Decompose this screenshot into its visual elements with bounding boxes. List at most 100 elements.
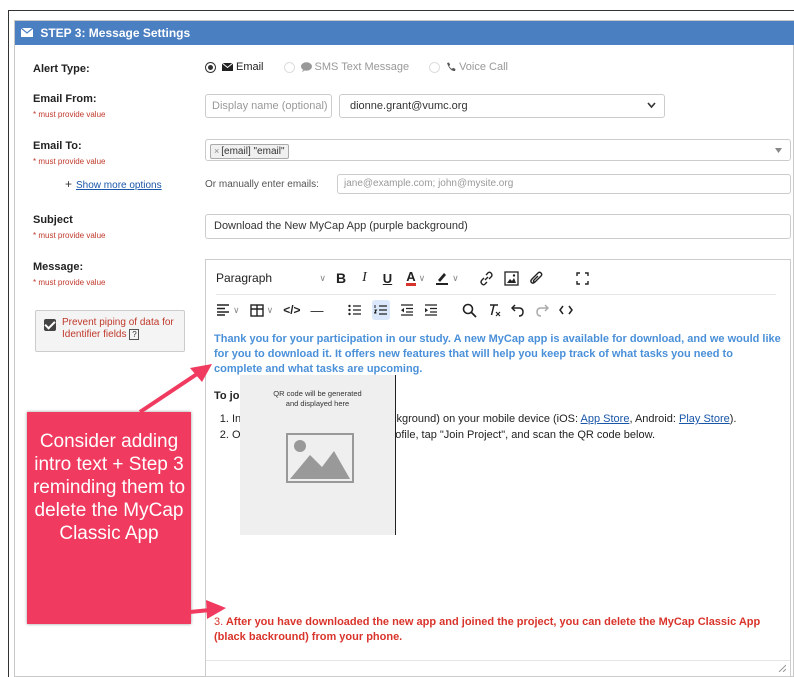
voice-radio[interactable] xyxy=(429,61,441,73)
toolbar-divider xyxy=(216,294,776,295)
sms-option-label: SMS Text Message xyxy=(314,61,410,73)
annotation-callout: Consider adding intro text + Step 3 remi… xyxy=(27,412,191,624)
clear-formatting-icon xyxy=(489,304,500,317)
chat-bubble-icon xyxy=(300,62,312,72)
block-format-dropdown[interactable]: Paragraph ∨ xyxy=(216,268,326,288)
envelope-icon xyxy=(21,28,33,38)
qr-placeholder-text: QR code will be generated and displayed h… xyxy=(273,389,362,408)
prevent-piping-label: Prevent piping of data for Identifier fi… xyxy=(62,317,174,341)
envelope-icon xyxy=(222,63,233,71)
highlighter-icon xyxy=(436,273,449,285)
manual-emails-placeholder: jane@example.com; john@mysite.org xyxy=(344,178,514,189)
block-format-value: Paragraph xyxy=(216,271,273,285)
table-icon xyxy=(249,303,264,317)
email-to-select[interactable]: × [email] "email" xyxy=(205,139,791,161)
prevent-piping-checkbox[interactable] xyxy=(44,319,56,331)
link-icon xyxy=(480,271,493,285)
indent-button[interactable] xyxy=(424,300,438,320)
email-radio[interactable] xyxy=(205,61,216,73)
undo-button[interactable] xyxy=(510,300,525,320)
step-3-text: After you have downloaded the new app an… xyxy=(214,616,761,643)
plus-icon: + xyxy=(65,177,73,191)
alert-type-voice-option[interactable]: Voice Call xyxy=(429,61,508,73)
email-to-tag-text: [email] "email" xyxy=(221,146,285,157)
editor-statusbar-divider xyxy=(206,660,790,661)
chevron-down-icon xyxy=(647,102,656,109)
redo-icon xyxy=(535,303,549,317)
message-label: Message: xyxy=(33,261,84,273)
subject-value: Download the New MyCap App (purple backg… xyxy=(214,220,468,232)
subject-input[interactable]: Download the New MyCap App (purple backg… xyxy=(205,214,791,239)
italic-button[interactable]: I xyxy=(362,268,367,288)
chevron-down-icon: ∨ xyxy=(319,272,326,283)
show-more-link[interactable]: Show more options xyxy=(76,180,162,191)
code-button[interactable]: </> xyxy=(283,300,300,320)
chevron-down-icon: ∨ xyxy=(233,304,240,315)
step-3-item: 3. After you have downloaded the new app… xyxy=(214,615,784,645)
outdent-button[interactable] xyxy=(400,300,414,320)
voice-option-label: Voice Call xyxy=(459,61,508,73)
message-required: * must provide value xyxy=(33,278,106,287)
alert-type-email-option[interactable]: Email xyxy=(205,61,264,73)
caret-down-icon xyxy=(775,148,782,153)
alert-type-sms-option[interactable]: SMS Text Message xyxy=(283,61,410,73)
fullscreen-button[interactable] xyxy=(576,268,589,288)
app-store-link[interactable]: App Store xyxy=(581,413,630,425)
display-name-placeholder: Display name (optional) xyxy=(212,100,328,112)
play-store-link[interactable]: Play Store xyxy=(679,413,730,425)
email-to-label: Email To: xyxy=(33,140,82,152)
prevent-piping-box: Prevent piping of data for Identifier fi… xyxy=(35,310,185,352)
message-editor[interactable]: Paragraph ∨ B I U A ∨ ∨ ∨ ∨ </> — Thank … xyxy=(205,259,791,677)
undo-icon xyxy=(510,303,524,317)
display-name-input[interactable]: Display name (optional) xyxy=(205,94,332,118)
step-title: STEP 3: Message Settings xyxy=(40,26,191,40)
phone-icon xyxy=(447,62,456,72)
attachment-button[interactable] xyxy=(529,268,544,288)
email-to-tag[interactable]: × [email] "email" xyxy=(210,144,289,159)
font-color-icon: A xyxy=(406,269,416,286)
outdent-icon xyxy=(400,304,413,316)
numbered-list-icon xyxy=(373,305,387,315)
editor-toolbar: Paragraph ∨ B I U A ∨ ∨ ∨ ∨ </> — xyxy=(206,260,790,328)
subject-label: Subject xyxy=(33,214,73,226)
resize-handle-icon[interactable] xyxy=(778,664,786,672)
manual-emails-input[interactable]: jane@example.com; john@mysite.org xyxy=(337,174,791,194)
step-header: STEP 3: Message Settings xyxy=(15,21,794,45)
bullet-list-button[interactable] xyxy=(347,300,362,320)
show-more-options[interactable]: + Show more options xyxy=(65,177,162,191)
underline-button[interactable]: U xyxy=(383,268,392,288)
email-from-required: * must provide value xyxy=(33,110,106,119)
alert-type-label: Alert Type: xyxy=(33,63,90,75)
image-button[interactable] xyxy=(504,268,519,288)
numbered-list-button[interactable] xyxy=(371,300,390,320)
font-color-button[interactable]: A ∨ xyxy=(406,268,425,288)
email-from-label: Email From: xyxy=(33,93,97,105)
bullet-list-icon xyxy=(347,304,361,316)
image-icon xyxy=(504,270,519,286)
sms-radio[interactable] xyxy=(283,61,295,73)
highlight-color-button[interactable]: ∨ xyxy=(435,268,459,288)
align-dropdown[interactable]: ∨ xyxy=(216,300,240,320)
chevron-down-icon: ∨ xyxy=(418,272,426,283)
link-button[interactable] xyxy=(479,268,494,288)
search-button[interactable] xyxy=(462,300,477,320)
source-code-icon xyxy=(558,305,573,315)
chevron-down-icon: ∨ xyxy=(452,272,459,283)
redo-button[interactable] xyxy=(535,300,549,320)
clear-formatting-button[interactable] xyxy=(487,300,501,320)
tag-remove-icon[interactable]: × xyxy=(214,146,219,156)
alert-type-options: Email SMS Text Message Voice Call xyxy=(205,61,528,73)
help-icon[interactable]: ? xyxy=(129,329,140,340)
table-dropdown[interactable]: ∨ xyxy=(249,300,274,320)
toolbar-row-1: Paragraph ∨ B I U A ∨ ∨ xyxy=(216,268,599,288)
align-left-icon xyxy=(217,304,229,316)
chevron-down-icon: ∨ xyxy=(266,304,274,315)
step-3-number: 3. xyxy=(214,616,224,628)
email-from-select[interactable]: dionne.grant@vumc.org xyxy=(339,94,665,118)
source-code-button[interactable] xyxy=(558,300,573,320)
horizontal-rule-button[interactable]: — xyxy=(311,300,324,320)
email-from-value: dionne.grant@vumc.org xyxy=(350,100,468,112)
qr-code-placeholder: QR code will be generated and displayed h… xyxy=(240,375,396,535)
bold-button[interactable]: B xyxy=(336,268,346,288)
email-option-label: Email xyxy=(236,61,264,73)
